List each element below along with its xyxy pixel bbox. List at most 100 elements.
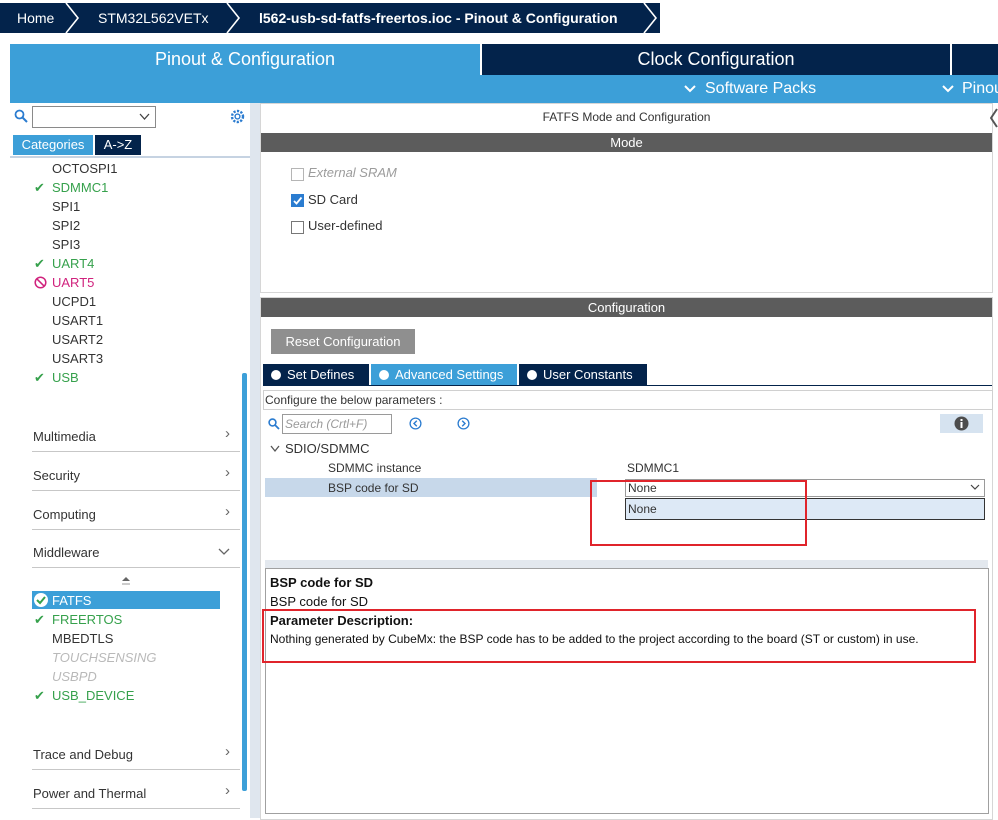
description-title: BSP code for SD bbox=[270, 575, 374, 590]
sidebar-item-sdmmc1[interactable]: SDMMC1 bbox=[52, 180, 108, 195]
sub-tabs: Software Packs Pinou bbox=[10, 75, 998, 103]
check-circle-icon bbox=[527, 370, 537, 380]
sidebar-item-usart2[interactable]: USART2 bbox=[52, 332, 103, 347]
user-defined-checkbox[interactable] bbox=[291, 221, 304, 234]
mode-panel-title: FATFS Mode and Configuration bbox=[542, 110, 711, 124]
external-sram-checkbox[interactable] bbox=[291, 168, 304, 181]
section-security[interactable]: Security › bbox=[32, 462, 240, 491]
search-input[interactable]: Search (Crtl+F) bbox=[282, 414, 392, 434]
check-icon: ✔ bbox=[34, 688, 45, 703]
chevron-down-icon bbox=[684, 85, 696, 93]
user-defined-label: User-defined bbox=[308, 218, 383, 233]
gear-icon[interactable] bbox=[229, 108, 246, 125]
section-multimedia[interactable]: Multimedia › bbox=[32, 423, 240, 452]
sidebar-item-usart3[interactable]: USART3 bbox=[52, 351, 103, 366]
param-group-sdio-sdmmc[interactable]: SDIO/SDMMC bbox=[285, 441, 370, 456]
info-icon bbox=[954, 416, 969, 431]
chevron-down-icon bbox=[942, 85, 954, 93]
check-icon: ✔ bbox=[34, 256, 45, 271]
description-pane: BSP code for SD BSP code for SD Paramete… bbox=[265, 568, 989, 814]
section-trace-and-debug[interactable]: Trace and Debug › bbox=[32, 741, 240, 770]
configuration-header: Configuration bbox=[261, 298, 992, 317]
sd-card-label: SD Card bbox=[308, 192, 358, 207]
sidebar-item-fatfs[interactable]: FATFS bbox=[52, 593, 91, 608]
breadcrumb-chevron-icon bbox=[65, 2, 80, 34]
check-icon bbox=[293, 196, 303, 205]
check-icon: ✔ bbox=[34, 180, 45, 195]
sidebar-item-touchsensing: TOUCHSENSING bbox=[52, 650, 157, 665]
sidebar-item-uart4[interactable]: UART4 bbox=[52, 256, 94, 271]
chevron-right-icon: › bbox=[225, 464, 230, 481]
instruction-text: Configure the below parameters : bbox=[263, 390, 993, 410]
tab-clock-configuration[interactable]: Clock Configuration bbox=[482, 44, 950, 75]
check-circle-icon bbox=[34, 593, 48, 607]
previous-icon[interactable] bbox=[409, 417, 422, 430]
splitter-handle[interactable] bbox=[265, 560, 988, 568]
chevron-down-icon bbox=[218, 548, 230, 555]
tab-a-to-z[interactable]: A->Z bbox=[95, 135, 141, 155]
chevron-right-icon: › bbox=[225, 425, 230, 442]
prohibited-icon bbox=[34, 276, 47, 289]
check-icon: ✔ bbox=[34, 612, 45, 627]
external-sram-label: External SRAM bbox=[308, 165, 397, 180]
section-middleware[interactable]: Middleware bbox=[32, 539, 240, 568]
search-combobox[interactable] bbox=[32, 106, 156, 128]
sort-icon[interactable] bbox=[121, 577, 131, 586]
chevron-down-icon[interactable] bbox=[270, 445, 280, 453]
tab-pinout-configuration[interactable]: Pinout & Configuration bbox=[10, 44, 480, 75]
sidebar-item-spi3[interactable]: SPI3 bbox=[52, 237, 80, 252]
description-highlight bbox=[262, 609, 976, 663]
pinout-menu[interactable]: Pinou bbox=[962, 75, 998, 103]
sidebar-item-usbpd: USBPD bbox=[52, 669, 97, 684]
sidebar-item-spi2[interactable]: SPI2 bbox=[52, 218, 80, 233]
sidebar-item-uart5[interactable]: UART5 bbox=[52, 275, 94, 290]
tab-extra[interactable] bbox=[952, 44, 998, 75]
config-tabs: Set Defines Advanced Settings User Const… bbox=[263, 364, 992, 386]
tab-set-defines[interactable]: Set Defines bbox=[263, 364, 369, 385]
configuration-panel: Configuration Reset Configuration Set De… bbox=[260, 297, 993, 820]
check-circle-icon bbox=[271, 370, 281, 380]
main-tabs: Pinout & Configuration Clock Configurati… bbox=[10, 44, 998, 75]
sidebar-scrollbar[interactable] bbox=[242, 373, 247, 791]
next-icon[interactable] bbox=[457, 417, 470, 430]
sidebar-item-freertos[interactable]: FREERTOS bbox=[52, 612, 122, 627]
search-icon bbox=[268, 418, 280, 430]
search-icon bbox=[14, 109, 28, 123]
dropdown-highlight bbox=[590, 480, 807, 546]
chevron-down-icon bbox=[139, 113, 150, 120]
sidebar-item-octospi1[interactable]: OCTOSPI1 bbox=[52, 161, 118, 176]
tab-advanced-settings[interactable]: Advanced Settings bbox=[371, 364, 517, 385]
breadcrumb-home[interactable]: Home bbox=[17, 3, 54, 33]
info-button[interactable] bbox=[940, 414, 983, 433]
sidebar-item-ucpd1[interactable]: UCPD1 bbox=[52, 294, 96, 309]
breadcrumb-chevron-icon bbox=[226, 2, 241, 34]
tab-categories[interactable]: Categories bbox=[13, 135, 93, 155]
sd-card-checkbox[interactable] bbox=[291, 194, 304, 207]
sidebar-item-usb-device[interactable]: USB_DEVICE bbox=[52, 688, 134, 703]
reset-configuration-button[interactable]: Reset Configuration bbox=[271, 329, 415, 354]
component-sidebar: Categories A->Z OCTOSPI1 ✔ SDMMC1 SPI1 SPI2 S… bbox=[10, 103, 251, 818]
tab-user-constants[interactable]: User Constants bbox=[519, 364, 647, 385]
breadcrumb: Home STM32L562VETx l562-usb-sd-fatfs-fre… bbox=[0, 0, 998, 36]
mode-header: Mode bbox=[261, 133, 992, 152]
section-power-and-thermal[interactable]: Power and Thermal › bbox=[32, 780, 240, 809]
check-icon: ✔ bbox=[34, 370, 45, 385]
chevron-right-icon: › bbox=[225, 503, 230, 520]
sidebar-item-mbedtls[interactable]: MBEDTLS bbox=[52, 631, 113, 646]
section-computing[interactable]: Computing › bbox=[32, 501, 240, 530]
param-row-sdmmc-instance[interactable]: SDMMC instance SDMMC1 bbox=[265, 458, 982, 477]
breadcrumb-device[interactable]: STM32L562VETx bbox=[98, 3, 209, 33]
description-subtitle: BSP code for SD bbox=[270, 594, 369, 609]
chevron-down-icon bbox=[970, 484, 980, 490]
sidebar-item-usart1[interactable]: USART1 bbox=[52, 313, 103, 328]
sidebar-item-usb[interactable]: USB bbox=[52, 370, 79, 385]
chevron-right-icon: › bbox=[225, 743, 230, 760]
param-row-bsp-code[interactable]: BSP code for SD bbox=[265, 478, 597, 497]
breadcrumb-chevron-icon bbox=[643, 2, 658, 34]
software-packs-menu[interactable]: Software Packs bbox=[705, 75, 816, 103]
breadcrumb-file[interactable]: l562-usb-sd-fatfs-freertos.ioc - Pinout … bbox=[259, 3, 618, 33]
check-circle-icon bbox=[379, 370, 389, 380]
collapse-arrow-icon[interactable] bbox=[990, 108, 998, 128]
sidebar-item-spi1[interactable]: SPI1 bbox=[52, 199, 80, 214]
mode-panel: FATFS Mode and Configuration Mode Extern… bbox=[260, 103, 993, 293]
